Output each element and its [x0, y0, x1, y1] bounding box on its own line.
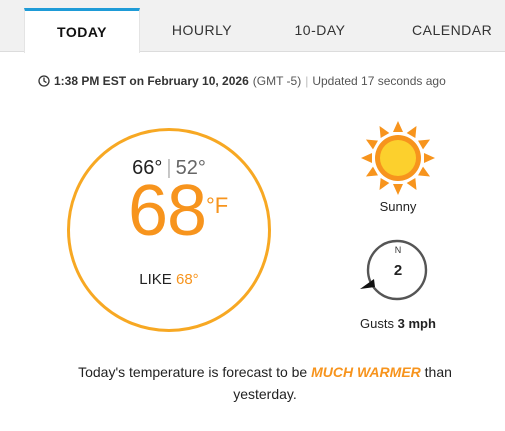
forecast-emphasis: MUCH WARMER: [311, 364, 421, 380]
sun-icon: [361, 121, 435, 195]
gusts-value: 3 mph: [397, 316, 436, 331]
tab-calendar[interactable]: CALENDAR: [392, 8, 505, 52]
clock-icon: [38, 75, 50, 87]
updated-ago: Updated 17 seconds ago: [312, 74, 446, 88]
observation-timestamp: 1:38 PM EST on February 10, 2026 (GMT -5…: [38, 72, 446, 90]
temperature-unit: °F: [206, 193, 229, 218]
wind-gusts: Gusts 3 mph: [340, 316, 456, 331]
timestamp-separator: |: [305, 74, 309, 88]
temperature-circle: 66° | 52° 68 °F LIKE 68°: [67, 128, 271, 332]
forecast-prefix: Today's temperature is forecast to be: [78, 364, 308, 380]
wind-speed: 2: [393, 262, 403, 279]
tab-today[interactable]: TODAY: [24, 8, 140, 53]
feels-like-label: LIKE: [139, 271, 172, 288]
tab-10-day[interactable]: 10-DAY: [264, 8, 376, 52]
wind-direction: N: [394, 245, 402, 255]
tab-bar: TODAY HOURLY 10-DAY CALENDAR: [0, 0, 505, 53]
feels-like-value: 68°: [176, 271, 199, 288]
gmt-offset: (GMT -5): [252, 74, 302, 88]
forecast-summary: Today's temperature is forecast to be MU…: [60, 361, 470, 405]
observation-time: 1:38 PM EST on February 10, 2026: [54, 74, 249, 88]
feels-like: LIKE 68°: [70, 271, 268, 288]
condition-label: Sunny: [379, 199, 417, 214]
gusts-label: Gusts: [360, 316, 395, 331]
tab-hourly[interactable]: HOURLY: [140, 8, 264, 52]
